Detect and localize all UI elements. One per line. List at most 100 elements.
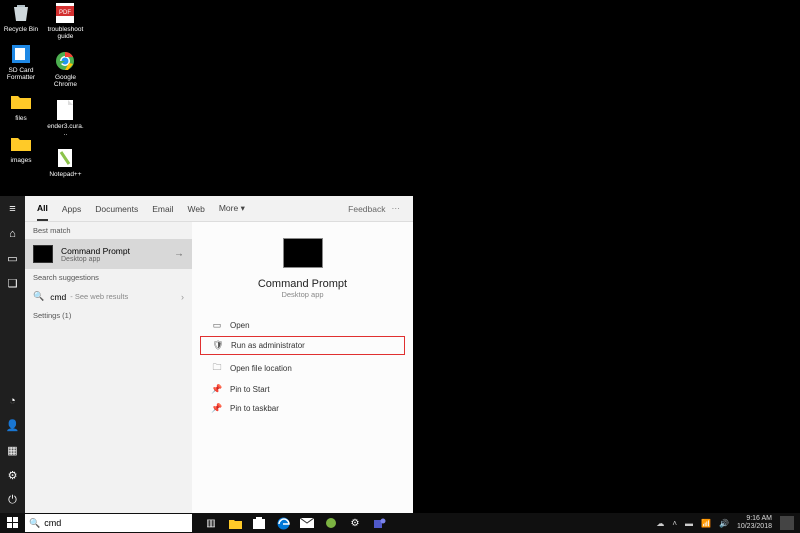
taskbar-search[interactable]: 🔍	[25, 514, 192, 532]
tab-all[interactable]: All	[37, 197, 48, 221]
search-icon: 🔍	[29, 518, 40, 529]
folder-icon	[8, 91, 34, 113]
home-icon[interactable]: ⌂	[0, 221, 25, 246]
icon-label: ender3.cura...	[46, 123, 84, 137]
menu-icon[interactable]: ≡	[0, 196, 25, 221]
web-suggestion[interactable]: 🔍 cmd - See web results ›	[25, 286, 192, 307]
search-tabs: All Apps Documents Email Web More ▾ Feed…	[25, 196, 413, 222]
desktop: Recycle Bin SD Card Formatter files imag…	[2, 2, 86, 188]
tab-web[interactable]: Web	[188, 198, 205, 220]
open-icon: ▭	[210, 320, 224, 331]
search-panel: All Apps Documents Email Web More ▾ Feed…	[25, 196, 413, 513]
game-icon[interactable]: ◔	[0, 388, 25, 413]
desktop-icon-images[interactable]: images	[2, 133, 40, 164]
svg-text:PDF: PDF	[59, 10, 71, 16]
icon-label: Notepad++	[46, 171, 84, 178]
mail-icon[interactable]	[300, 516, 314, 530]
icon-label: SD Card Formatter	[2, 67, 40, 81]
desktop-icon-notepadpp[interactable]: Notepad++	[46, 147, 84, 178]
preview-title: Command Prompt	[192, 278, 413, 290]
chrome-icon	[52, 50, 78, 72]
recycle-bin-icon	[8, 2, 34, 24]
tab-more[interactable]: More ▾	[219, 197, 245, 220]
date: 10/23/2018	[737, 523, 772, 531]
edge-icon[interactable]	[276, 516, 290, 530]
battery-icon[interactable]: ▬	[685, 519, 693, 528]
pictures-icon[interactable]: ▦	[0, 438, 25, 463]
action-pin-start[interactable]: 📌Pin to Start	[200, 381, 405, 398]
suggestion-hint: - See web results	[70, 292, 128, 301]
icon-label: troubleshoot guide	[46, 26, 84, 40]
desktop-icon-files[interactable]: files	[2, 91, 40, 122]
time: 9:16 AM	[737, 515, 772, 523]
volume-icon[interactable]: 🔊	[719, 519, 729, 528]
more-icon[interactable]: ⋯	[392, 203, 402, 214]
desktop-icon-chrome[interactable]: Google Chrome	[46, 50, 84, 88]
folder-icon: 🗀	[210, 360, 224, 376]
windows-icon	[7, 517, 19, 529]
suggestions-header: Search suggestions	[25, 269, 192, 286]
icon-label: files	[2, 115, 40, 122]
desktop-icon-sdcard[interactable]: SD Card Formatter	[2, 43, 40, 81]
desktop-icon-pdf[interactable]: PDF troubleshoot guide	[46, 2, 84, 40]
desktop-icon-cura[interactable]: ender3.cura...	[46, 99, 84, 137]
best-match-header: Best match	[25, 222, 192, 239]
notepadpp-icon	[52, 147, 78, 169]
chevron-right-icon: ›	[181, 292, 184, 302]
network-icon[interactable]: 📶	[701, 519, 711, 528]
arrow-right-icon: →	[174, 249, 184, 260]
task-view-icon[interactable]: ▥	[204, 516, 218, 530]
best-match-title: Command Prompt	[61, 246, 130, 256]
settings-icon[interactable]: ⚙	[0, 463, 25, 488]
search-icon: 🔍	[33, 291, 44, 302]
tab-apps[interactable]: Apps	[62, 198, 81, 220]
teams-icon[interactable]	[372, 516, 386, 530]
file-icon	[52, 99, 78, 121]
cmd-icon	[33, 245, 53, 263]
chevron-down-icon: ▾	[241, 203, 245, 213]
result-preview: Command Prompt Desktop app ▭Open 🛡Run as…	[192, 222, 413, 513]
file-explorer-icon[interactable]	[228, 516, 242, 530]
action-center-icon[interactable]	[780, 516, 794, 530]
results-list: Best match Command Prompt Desktop app → …	[25, 222, 192, 513]
action-pin-taskbar[interactable]: 📌Pin to taskbar	[200, 400, 405, 417]
pin-icon: 📌	[210, 384, 224, 395]
onedrive-icon[interactable]: ☁	[656, 519, 664, 528]
taskbar: 🔍 ▥ ⚙ ☁ ˄ ▬ 📶 🔊 9:16 AM 10/23/2018	[0, 513, 800, 533]
suggestion-query: cmd	[50, 292, 66, 302]
clock[interactable]: 9:16 AM 10/23/2018	[737, 515, 772, 530]
tab-email[interactable]: Email	[152, 198, 173, 220]
folder-icon	[8, 133, 34, 155]
action-run-as-admin[interactable]: 🛡Run as administrator	[200, 336, 405, 355]
best-match-subtitle: Desktop app	[61, 256, 130, 263]
document-icon[interactable]: ▭	[0, 246, 25, 271]
settings-header[interactable]: Settings (1)	[25, 307, 192, 324]
stack-icon[interactable]: ❑	[0, 271, 25, 296]
sdcard-icon	[8, 43, 34, 65]
action-open[interactable]: ▭Open	[200, 317, 405, 334]
store-icon[interactable]	[252, 516, 266, 530]
icon-label: images	[2, 157, 40, 164]
desktop-icon-recycle-bin[interactable]: Recycle Bin	[2, 2, 40, 33]
start-rail: ≡ ⌂ ▭ ❑ ◔ 👤 ▦ ⚙ ⏻	[0, 196, 25, 513]
green-app-icon[interactable]	[324, 516, 338, 530]
icon-label: Google Chrome	[46, 74, 84, 88]
action-open-location[interactable]: 🗀Open file location	[200, 357, 405, 379]
icon-label: Recycle Bin	[2, 26, 40, 33]
best-match-item[interactable]: Command Prompt Desktop app →	[25, 239, 192, 269]
user-icon[interactable]: 👤	[0, 413, 25, 438]
chevron-up-icon[interactable]: ˄	[672, 519, 677, 528]
start-button[interactable]	[0, 513, 25, 533]
admin-icon: 🛡	[211, 340, 225, 351]
power-icon[interactable]: ⏻	[0, 488, 25, 513]
cmd-preview-icon	[283, 238, 323, 268]
settings-icon[interactable]: ⚙	[348, 516, 362, 530]
preview-subtitle: Desktop app	[192, 290, 413, 299]
pin-icon: 📌	[210, 403, 224, 414]
system-tray: ☁ ˄ ▬ 📶 🔊 9:16 AM 10/23/2018	[656, 515, 800, 530]
tab-documents[interactable]: Documents	[95, 198, 138, 220]
feedback-link[interactable]: Feedback	[348, 204, 385, 214]
search-input[interactable]	[44, 518, 184, 528]
taskbar-pinned: ▥ ⚙	[204, 516, 386, 530]
pdf-icon: PDF	[52, 2, 78, 24]
